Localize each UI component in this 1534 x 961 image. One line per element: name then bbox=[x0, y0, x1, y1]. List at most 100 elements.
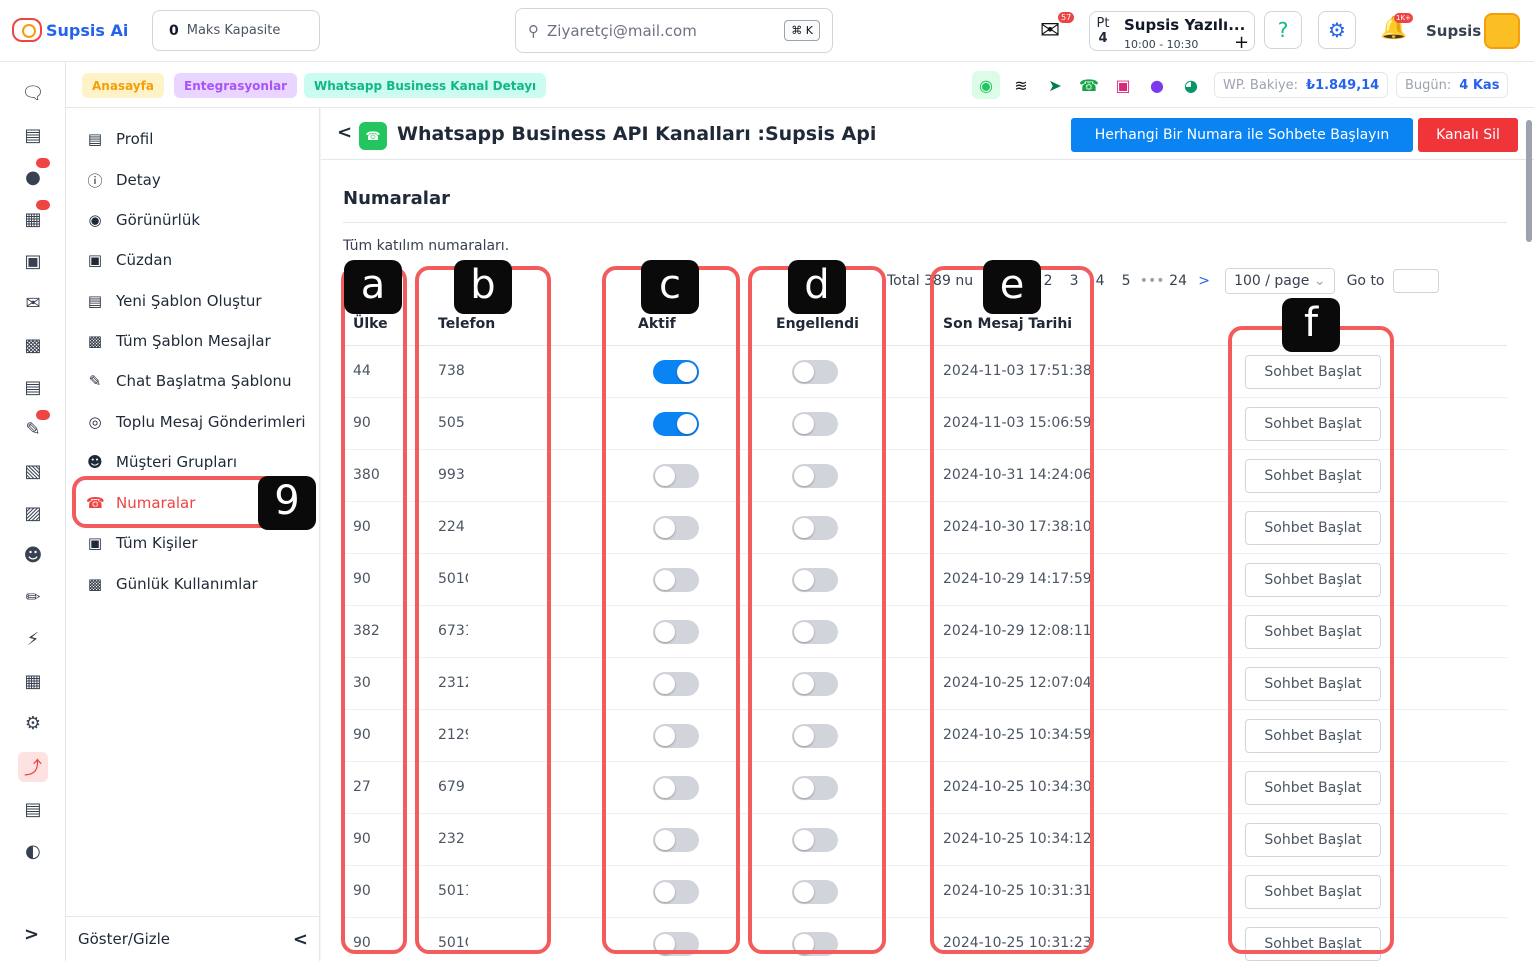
document-icon: ▩ bbox=[87, 332, 103, 350]
capacity-indicator: 0 Maks Kapasite bbox=[152, 10, 320, 51]
eye-icon: ◉ bbox=[88, 211, 102, 229]
mail-badge: 57 bbox=[1058, 12, 1075, 23]
new-badge bbox=[36, 158, 50, 168]
section-title: Numaralar bbox=[343, 188, 450, 209]
chat-icon[interactable]: 🗨 bbox=[18, 78, 48, 108]
calendar-icon[interactable]: ▩ bbox=[18, 330, 48, 360]
menu-item-musteri-gruplari[interactable]: ☻ Müşteri Grupları bbox=[86, 447, 237, 477]
wp-balance: WP. Bakiye: ₺1.849,14 bbox=[1214, 72, 1389, 98]
annotation-label-e: e bbox=[983, 260, 1041, 314]
billing-icon[interactable]: ▤ bbox=[18, 794, 48, 824]
mail-icon[interactable]: ✉ 57 bbox=[1040, 12, 1075, 44]
search-icon: ⚲ bbox=[528, 21, 539, 40]
page-5[interactable]: 5 bbox=[1113, 273, 1139, 289]
annotation-box-f bbox=[1228, 326, 1394, 954]
messenger-icon[interactable]: ● bbox=[1143, 71, 1171, 99]
chevron-right-icon[interactable]: > bbox=[24, 924, 39, 945]
share-icon[interactable]: ⤴ bbox=[18, 752, 48, 782]
annotation-label-9: 9 bbox=[258, 476, 316, 530]
avatar[interactable] bbox=[1484, 13, 1520, 49]
menu-item-detay[interactable]: ⓘ Detay bbox=[86, 165, 160, 195]
bot-icon[interactable]: ▤ bbox=[18, 120, 48, 150]
users-icon[interactable]: ● bbox=[18, 158, 50, 192]
menu-item-toplu-mesaj[interactable]: ◎ Toplu Mesaj Gönderimleri bbox=[86, 407, 305, 437]
menu-item-profil[interactable]: ▤ Profil bbox=[86, 124, 154, 154]
schedule-widget[interactable]: Pt 4 Supsis Yazılı... 10:00 - 10:30 + bbox=[1089, 11, 1255, 53]
logo[interactable]: Supsis Ai bbox=[12, 18, 128, 42]
annotation-box-e bbox=[930, 266, 1094, 954]
apps-icon[interactable]: ▦ bbox=[18, 666, 48, 696]
flash-icon[interactable]: ⚡ bbox=[18, 624, 48, 654]
search-value: Ziyaretçi@mail.com bbox=[547, 21, 697, 40]
agents-icon[interactable]: ☻ bbox=[18, 540, 48, 570]
delete-channel-button[interactable]: Kanalı Sil bbox=[1418, 118, 1518, 152]
analytics-icon[interactable]: ◐ bbox=[18, 836, 48, 866]
scrollbar[interactable] bbox=[1526, 120, 1532, 242]
search-input[interactable]: ⚲ Ziyaretçi@mail.com ⌘ K bbox=[515, 8, 833, 53]
breadcrumb-channel-detail[interactable]: Whatsapp Business Kanal Detayı bbox=[304, 73, 547, 98]
form-icon[interactable]: ▤ bbox=[18, 372, 48, 402]
search-shortcut: ⌘ K bbox=[784, 20, 820, 41]
robot-icon[interactable]: ◉ bbox=[972, 71, 1000, 99]
back-icon[interactable]: < bbox=[337, 122, 352, 143]
section-subtitle: Tüm katılım numaraları. bbox=[343, 238, 510, 254]
user-add-icon: ☻ bbox=[87, 453, 103, 471]
menu-item-cuzdan[interactable]: ▣ Cüzdan bbox=[86, 245, 172, 275]
menu-item-gunluk-kullanimlar[interactable]: ▩ Günlük Kullanımlar bbox=[86, 569, 258, 599]
schedule-day: Pt 4 bbox=[1096, 16, 1110, 46]
annotation-box-c bbox=[602, 266, 740, 954]
inbox-icon[interactable]: ▨ bbox=[18, 498, 48, 528]
wifi-icon[interactable]: ≋ bbox=[1007, 71, 1035, 99]
report-icon[interactable]: ✎ bbox=[18, 410, 50, 444]
breadcrumb-integrations[interactable]: Entegrasyonlar bbox=[174, 73, 298, 98]
page-24[interactable]: 24 bbox=[1165, 273, 1191, 289]
top-bar: Supsis Ai 0 Maks Kapasite ⚲ Ziyaretçi@ma… bbox=[0, 0, 1534, 62]
breadcrumb-home[interactable]: Anasayfa bbox=[82, 73, 164, 98]
contact-card-icon[interactable]: ▣ bbox=[18, 246, 48, 276]
instagram-icon[interactable]: ▣ bbox=[1109, 71, 1137, 99]
start-chat-any-number-button[interactable]: Herhangi Bir Numara ile Sohbete Başlayın bbox=[1071, 118, 1413, 152]
help-icon[interactable]: ? bbox=[1264, 11, 1302, 49]
goto-label: Go to bbox=[1346, 273, 1385, 289]
page-ellipsis[interactable]: ••• bbox=[1139, 273, 1165, 289]
info-icon: ⓘ bbox=[87, 171, 103, 190]
chevron-down-icon: ⌄ bbox=[1313, 273, 1326, 289]
app-name: Supsis Ai bbox=[46, 20, 129, 40]
add-event-icon[interactable]: + bbox=[1234, 32, 1249, 53]
annotation-label-c: c bbox=[641, 260, 699, 314]
toggle-menu-button[interactable]: Göster/Gizle < bbox=[66, 916, 320, 961]
logo-icon bbox=[12, 18, 42, 42]
goto-input[interactable] bbox=[1392, 269, 1439, 293]
menu-item-tum-kisiler[interactable]: ▣ Tüm Kişiler bbox=[86, 528, 198, 558]
envelope-icon[interactable]: ✉ bbox=[18, 288, 48, 318]
user-name[interactable]: Supsis bbox=[1426, 22, 1481, 40]
support-icon[interactable]: ◕ bbox=[1177, 71, 1205, 99]
next-page-icon[interactable]: > bbox=[1191, 273, 1217, 289]
annotation-label-d: d bbox=[788, 260, 846, 314]
whatsapp-icon[interactable]: ☎ bbox=[1075, 71, 1103, 99]
whatsapp-channel-icon: ☎ bbox=[359, 122, 387, 150]
bell-icon[interactable]: 🔔 1K+ bbox=[1380, 13, 1413, 41]
gear-icon[interactable]: ⚙ bbox=[1318, 11, 1356, 49]
page-size-select[interactable]: 100 / page ⌄ bbox=[1225, 268, 1335, 294]
edit-icon[interactable]: ✏ bbox=[18, 582, 48, 612]
ticket-icon[interactable]: ▧ bbox=[18, 456, 48, 486]
capacity-value: 0 bbox=[169, 22, 179, 39]
breadcrumb: Anasayfa Entegrasyonlar Whatsapp Busines… bbox=[66, 62, 1534, 108]
telegram-icon[interactable]: ➤ bbox=[1041, 71, 1069, 99]
menu-item-chat-sablonu[interactable]: ✎ Chat Başlatma Şablonu bbox=[86, 366, 292, 396]
annotation-box-d bbox=[748, 266, 886, 954]
table-icon[interactable]: ▦ bbox=[18, 200, 50, 234]
menu-item-tum-sablonlar[interactable]: ▩ Tüm Şablon Mesajlar bbox=[86, 326, 271, 356]
annotation-box-b bbox=[415, 266, 551, 954]
page-title: Whatsapp Business API Kanalları :Supsis … bbox=[397, 123, 877, 145]
today-date: Bugün: 4 Kas bbox=[1396, 72, 1509, 98]
template-icon: ▤ bbox=[87, 292, 103, 310]
schedule-time: 10:00 - 10:30 bbox=[1124, 38, 1199, 51]
menu-item-yeni-sablon[interactable]: ▤ Yeni Şablon Oluştur bbox=[86, 286, 262, 316]
settings-icon[interactable]: ⚙ bbox=[18, 708, 48, 738]
annotation-label-f: f bbox=[1282, 298, 1340, 352]
menu-item-gorunurluk[interactable]: ◉ Görünürlük bbox=[86, 205, 200, 235]
briefcase-icon: ▤ bbox=[87, 130, 103, 148]
chat-edit-icon: ✎ bbox=[88, 372, 102, 390]
